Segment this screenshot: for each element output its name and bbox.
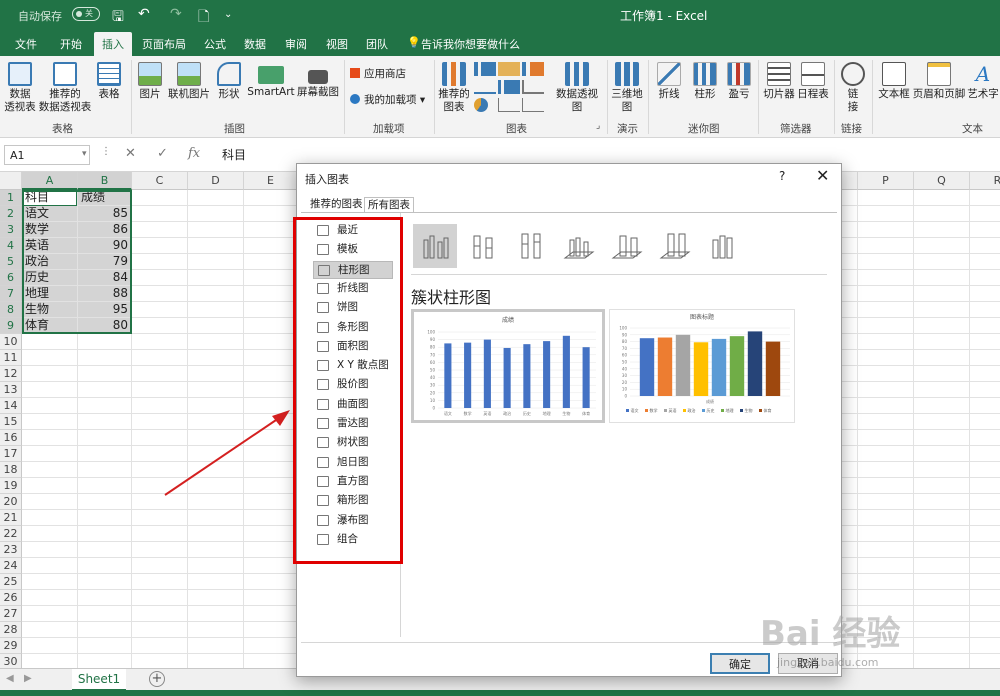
bar [693,342,709,396]
bar [657,337,673,396]
y-tick-label: 90 [430,337,436,342]
y-tick-label: 10 [622,387,628,392]
y-tick-label: 50 [622,360,628,365]
legend-swatch [740,409,743,412]
subtype-100-stacked-column[interactable] [509,224,553,268]
legend-swatch [664,409,667,412]
x-tick-label: 生物 [562,410,570,416]
bar [711,338,727,396]
legend-label: 历史 [707,407,715,413]
legend-label: 政治 [688,407,696,413]
preview-chart-2: 图表标题 0 10 20 30 4050 60 70 80 90100 成绩语文 数学 英语 政治 历史 地理… [619,313,790,413]
legend-swatch [626,409,629,412]
y-tick-label: 30 [622,373,628,378]
bar [675,334,691,396]
y-tick-label: 10 [430,398,436,403]
bar [464,342,472,408]
y-tick-label: 20 [622,380,628,385]
x-tick-label: 语文 [444,410,452,416]
subtype-stacked-column[interactable] [461,224,505,268]
tab-recommended-charts[interactable]: 推荐的图表 [307,197,366,213]
y-tick-label: 0 [432,406,435,411]
y-tick-label: 80 [430,345,436,350]
annotation-highlight-box [293,217,403,564]
legend-swatch [702,409,705,412]
y-tick-label: 100 [427,330,435,335]
3d-column-icon [712,235,733,259]
legend-swatch [759,409,762,412]
3d-clustered-column-icon [563,237,595,259]
footer-divider [301,642,837,643]
bar [747,331,763,396]
bar [523,344,531,408]
legend-label: 数学 [650,407,658,413]
x-tick-label: 数学 [464,410,472,416]
annotation-arrow-head [272,410,290,426]
tab-all-charts[interactable]: 所有图表 [364,197,414,213]
help-button[interactable]: ? [779,169,785,183]
bar [639,338,655,396]
y-tick-label: 60 [622,353,628,358]
bar [543,341,551,408]
legend-swatch [721,409,724,412]
legend-swatch [645,409,648,412]
y-tick-label: 90 [622,332,628,337]
y-tick-label: 80 [622,339,628,344]
subtype-divider [411,274,827,275]
chart-preview-1[interactable]: 成绩 0 10 20 30 40 50 60 70 80 90 100 语文 数学 英语 政治 历史 地理 生物 体育 [411,309,605,423]
legend-label: 体育 [764,407,772,413]
percent-stacked-column-icon [521,233,541,259]
watermark-logo: Bai 经验 [760,614,901,654]
3d-percent-stacked-column-icon [659,233,691,259]
bar [562,335,570,408]
clustered-column-icon [423,235,449,259]
y-tick-label: 0 [624,394,627,399]
x-tick-label: 历史 [523,410,531,416]
preview-chart-1: 成绩 0 10 20 30 40 50 60 70 80 90 100 语文 数学 英语 政治 历史 地理 生物 体育 [427,316,596,416]
x-tick-label: 体育 [582,410,590,416]
legend-label: 英语 [669,407,677,413]
stacked-column-icon [473,235,493,259]
y-tick-label: 100 [619,326,627,331]
bar [444,343,452,408]
subtype-3d-stacked-column[interactable] [605,224,649,268]
legend-label: 生物 [745,407,753,413]
y-tick-label: 70 [622,346,628,351]
x-tick-label: 成绩 [706,398,714,404]
chart-preview-2[interactable]: 图表标题 0 10 20 30 40 50 60 70 80 90 100 成绩语文 数学 英语 政治 历史 地理… [609,309,795,423]
3d-stacked-column-icon [611,235,643,259]
legend-label: 地理 [726,407,734,413]
chart-title: 成绩 [502,316,514,324]
subtype-3d-column[interactable] [701,224,745,268]
chart-title: 图表标题 [690,313,714,321]
bar [503,347,511,408]
subtype-3d-clustered-column[interactable] [557,224,601,268]
close-button[interactable]: ✕ [816,166,829,185]
legend-swatch [683,409,686,412]
y-tick-label: 50 [430,368,436,373]
bar [483,339,491,408]
subtype-clustered-column[interactable] [413,224,457,268]
legend-label: 语文 [631,407,639,413]
x-tick-label: 地理 [543,410,551,416]
x-tick-label: 英语 [483,410,491,416]
x-tick-label: 政治 [503,410,511,416]
y-tick-label: 60 [430,360,436,365]
y-tick-label: 30 [430,383,436,388]
y-tick-label: 40 [622,366,628,371]
bar [765,341,781,396]
watermark-url: jingyan.baidu.com [777,656,879,669]
dialog-title: 插入图表 [305,173,349,186]
annotation-arrow [164,415,283,496]
ok-button[interactable]: 确定 [710,653,770,674]
subtype-title: 簇状柱形图 [411,288,492,307]
y-tick-label: 20 [430,390,436,395]
y-tick-label: 40 [430,375,436,380]
bar [582,347,590,408]
y-tick-label: 70 [430,352,436,357]
subtype-3d-100-stacked-column[interactable] [653,224,697,268]
bar [729,336,745,396]
